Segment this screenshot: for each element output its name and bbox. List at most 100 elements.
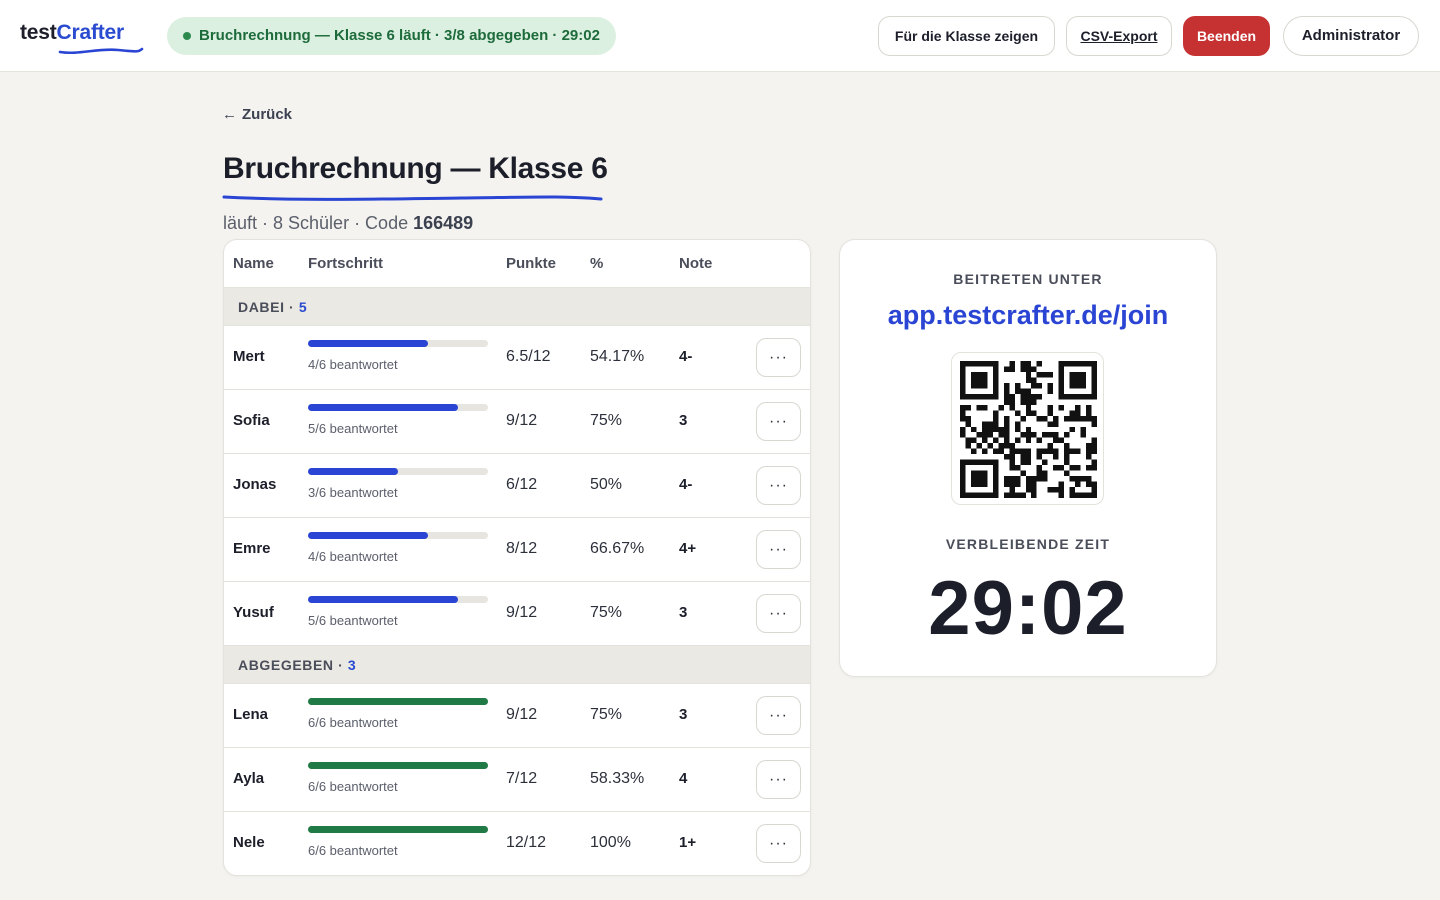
csv-export-button[interactable]: CSV-Export (1066, 16, 1172, 56)
column-header-name: Name (233, 255, 274, 272)
section-label: ABGEGEBEN · 3 (238, 657, 357, 673)
student-name: Yusuf (233, 604, 274, 621)
section-count: 5 (298, 299, 308, 315)
end-session-button[interactable]: Beenden (1183, 16, 1270, 56)
progress-bar (308, 762, 488, 769)
student-name: Jonas (233, 476, 277, 493)
join-caption: BEITRETEN UNTER (953, 271, 1103, 287)
table-row: Nele 6/6 beantwortet 12/12 100% 1+ ··· (224, 812, 810, 875)
progress-bar-fill (308, 826, 488, 833)
answered-count: 4/6 beantwortet (308, 549, 398, 564)
logo-text-crafter: Crafter (56, 21, 125, 44)
progress-bar-fill (308, 340, 428, 347)
grade: 1+ (679, 834, 697, 851)
session-status-pill: Bruchrechnung — Klasse 6 läuft · 3/8 abg… (167, 17, 616, 55)
table-row: Sofia 5/6 beantwortet 9/12 75% 3 ··· (224, 390, 810, 454)
answered-count: 4/6 beantwortet (308, 357, 398, 372)
row-actions-button[interactable]: ··· (756, 402, 801, 441)
logo-underline-icon (58, 47, 144, 54)
progress-bar (308, 468, 488, 475)
qr-code (951, 352, 1104, 505)
grade: 4- (679, 476, 693, 493)
student-name: Lena (233, 706, 269, 723)
table-row: Yusuf 5/6 beantwortet 9/12 75% 3 ··· (224, 582, 810, 646)
grade: 4+ (679, 540, 697, 557)
points: 8/12 (506, 540, 538, 557)
points: 6.5/12 (506, 348, 551, 365)
student-name: Emre (233, 540, 271, 557)
column-header-points: Punkte (506, 255, 557, 272)
table-row: Emre 4/6 beantwortet 8/12 66.67% 4+ ··· (224, 518, 810, 582)
percent: 54.17% (590, 348, 645, 365)
row-actions-button[interactable]: ··· (756, 466, 801, 505)
grade: 4- (679, 348, 693, 365)
row-actions-button[interactable]: ··· (756, 594, 801, 633)
grade: 3 (679, 412, 688, 429)
table-row: Mert 4/6 beantwortet 6.5/12 54.17% 4- ··· (224, 326, 810, 390)
percent: 75% (590, 706, 623, 723)
section-header-done: ABGEGEBEN · 3 (224, 646, 810, 684)
logo-text-test: test (20, 21, 57, 44)
section-title: DABEI (238, 299, 285, 315)
session-meta-text: läuft · 8 Schüler · Code (223, 213, 414, 233)
status-dot-icon (183, 32, 191, 40)
student-name: Nele (233, 834, 265, 851)
points: 9/12 (506, 412, 538, 429)
row-actions-button[interactable]: ··· (756, 696, 801, 735)
logo[interactable]: testCrafter (20, 21, 124, 45)
student-table: Name Fortschritt Punkte % Note DABEI · 5… (223, 239, 811, 876)
row-actions-button[interactable]: ··· (756, 760, 801, 799)
show-to-class-button[interactable]: Für die Klasse zeigen (878, 16, 1055, 56)
student-name: Sofia (233, 412, 270, 429)
more-horizontal-icon: ··· (769, 412, 788, 430)
progress-bar (308, 404, 488, 411)
row-actions-button[interactable]: ··· (756, 530, 801, 569)
progress-bar-fill (308, 404, 458, 411)
more-horizontal-icon: ··· (769, 706, 788, 724)
points: 9/12 (506, 604, 538, 621)
back-link[interactable]: ← Zurück (222, 106, 292, 123)
answered-count: 6/6 beantwortet (308, 779, 398, 794)
more-horizontal-icon: ··· (769, 540, 788, 558)
grade: 4 (679, 770, 688, 787)
countdown-timer: 29:02 (928, 566, 1128, 651)
table-header: Name Fortschritt Punkte % Note (224, 240, 810, 288)
back-label: Zurück (242, 106, 293, 123)
session-status-text: Bruchrechnung — Klasse 6 läuft · 3/8 abg… (199, 27, 600, 44)
percent: 50% (590, 476, 623, 493)
student-name: Mert (233, 348, 265, 365)
more-horizontal-icon: ··· (769, 834, 788, 852)
progress-bar-fill (308, 698, 488, 705)
more-horizontal-icon: ··· (769, 604, 788, 622)
answered-count: 6/6 beantwortet (308, 715, 398, 730)
row-actions-button[interactable]: ··· (756, 338, 801, 377)
answered-count: 5/6 beantwortet (308, 613, 398, 628)
more-horizontal-icon: ··· (769, 348, 788, 366)
session-meta: läuft · 8 Schüler · Code 166489 (223, 213, 473, 234)
answered-count: 3/6 beantwortet (308, 485, 398, 500)
percent: 100% (590, 834, 631, 851)
join-url-link[interactable]: app.testcrafter.de/join (840, 300, 1216, 331)
grade: 3 (679, 604, 688, 621)
grade: 3 (679, 706, 688, 723)
progress-bar (308, 698, 488, 705)
progress-bar (308, 340, 488, 347)
section-label: DABEI · 5 (238, 299, 308, 315)
progress-bar (308, 532, 488, 539)
progress-bar-fill (308, 596, 458, 603)
page-title: Bruchrechnung — Klasse 6 (223, 152, 608, 185)
row-actions-button[interactable]: ··· (756, 824, 801, 863)
user-menu-button[interactable]: Administrator (1283, 16, 1419, 56)
qr-code-icon (960, 361, 1097, 498)
points: 12/12 (506, 834, 547, 851)
percent: 66.67% (590, 540, 645, 557)
points: 6/12 (506, 476, 538, 493)
table-row: Jonas 3/6 beantwortet 6/12 50% 4- ··· (224, 454, 810, 518)
percent: 58.33% (590, 770, 645, 787)
more-horizontal-icon: ··· (769, 770, 788, 788)
section-header-active: DABEI · 5 (224, 288, 810, 326)
progress-bar (308, 596, 488, 603)
more-horizontal-icon: ··· (769, 476, 788, 494)
timer-caption: VERBLEIBENDE ZEIT (945, 536, 1111, 552)
answered-count: 5/6 beantwortet (308, 421, 398, 436)
